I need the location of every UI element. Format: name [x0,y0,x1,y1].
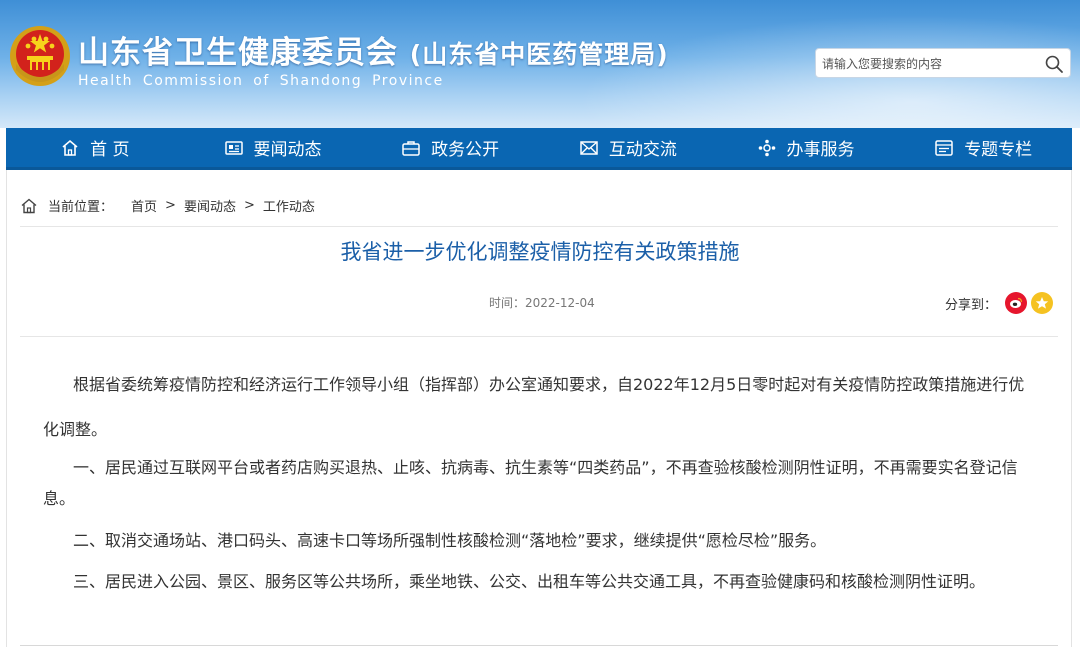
site-title-subtitle: (山东省中医药管理局) [409,40,669,69]
nav-item-interaction[interactable]: 互动交流 [539,128,717,167]
search-input[interactable] [822,53,1032,74]
search-box [815,48,1071,78]
national-emblem-icon [10,26,70,86]
qzone-share-icon[interactable] [1031,292,1054,314]
article-title: 我省进一步优化调整疫情防控有关政策措施 [340,240,740,264]
site-title-english: Health Commission of Shandong Province [78,73,444,89]
nav-label: 办事服务 [786,140,855,160]
search-icon[interactable] [1044,54,1064,74]
nav-item-services[interactable]: 办事服务 [717,128,895,167]
divider [20,645,1058,646]
weibo-share-icon[interactable] [1005,292,1028,314]
site-title[interactable]: 山东省卫生健康委员会 (山东省中医药管理局) [78,27,669,72]
news-icon [224,140,243,155]
breadcrumb: 当前位置： 首页 > 要闻动态 > 工作动态 [20,196,315,215]
service-icon [758,139,775,156]
nav-label: 政务公开 [431,140,500,160]
share-label: 分享到： [945,297,998,313]
nav-label: 专题专栏 [964,140,1033,160]
nav-label: 要闻动态 [253,140,322,160]
divider [20,226,1058,227]
site-title-main: 山东省卫生健康委员会 [78,35,398,71]
breadcrumb-separator: > [243,198,255,213]
article-paragraph: 三、居民进入公园、景区、服务区等公共场所，乘坐地铁、公交、出租车等公共交通工具，… [73,572,986,591]
divider [20,336,1058,337]
home-icon [62,139,78,156]
publish-time: 时间：2022-12-04 [489,296,595,310]
nav-item-government-affairs[interactable]: 政务公开 [361,128,539,167]
article-paragraph: 根据省委统筹疫情防控和经济运行工作领导小组（指挥部）办公室通知要求，自2022年… [43,375,1025,439]
breadcrumb-separator: > [165,198,176,213]
nav-item-news[interactable]: 要闻动态 [184,128,362,167]
home-icon [21,198,37,213]
article-paragraph: 二、取消交通场站、港口码头、高速卡口等场所强制性核酸检测“落地检”要求，继续提供… [73,531,827,550]
site-header: 山东省卫生健康委员会 (山东省中医药管理局) Health Commission… [0,0,1080,128]
main-nav: 首 页 要闻动态 政务公开 互动交流 办事服务 专题专栏 [6,128,1072,170]
column-icon [935,139,953,156]
article-paragraph: 一、居民通过互联网平台或者药店购买退热、止咳、抗病毒、抗生素等“四类药品”，不再… [43,458,1018,508]
breadcrumb-label: 当前位置： [48,200,114,215]
nav-label: 首 页 [90,140,130,160]
share-bar: 分享到： [945,292,1054,314]
nav-item-special-topics[interactable]: 专题专栏 [894,128,1072,167]
breadcrumb-link-work[interactable]: 工作动态 [263,196,315,215]
envelope-icon [580,140,598,155]
briefcase-icon [402,140,420,156]
breadcrumb-link-news[interactable]: 要闻动态 [184,196,236,215]
nav-item-home[interactable]: 首 页 [6,128,184,167]
nav-label: 互动交流 [608,140,677,160]
breadcrumb-link-home[interactable]: 首页 [131,196,157,215]
